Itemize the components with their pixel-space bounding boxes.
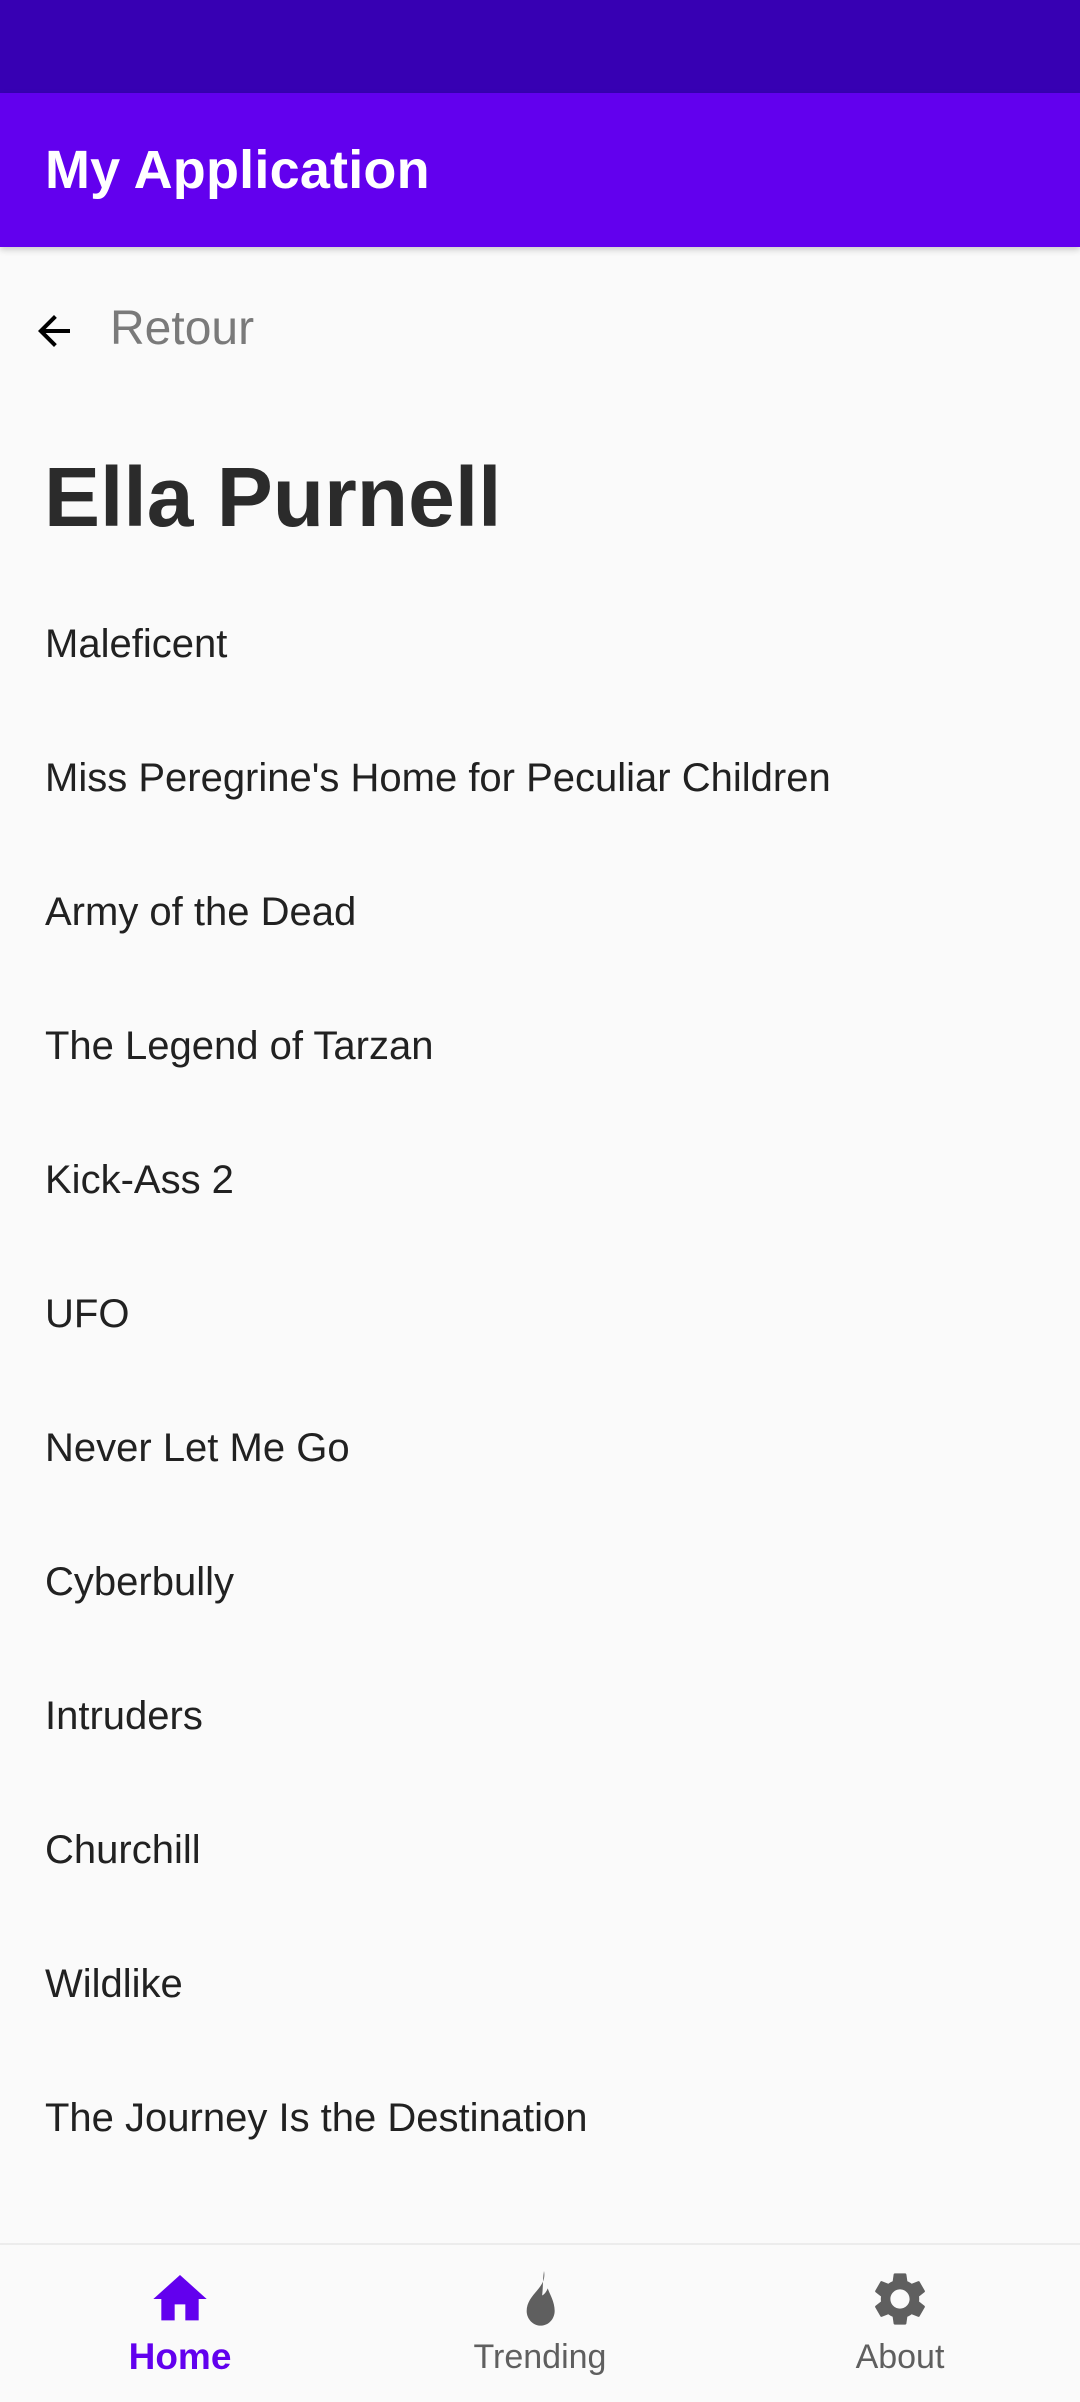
nav-item-about[interactable]: About xyxy=(720,2245,1080,2402)
list-item[interactable]: Wildlike xyxy=(0,1917,1080,2051)
app-title: My Application xyxy=(45,140,430,200)
list-item[interactable]: Miss Peregrine's Home for Peculiar Child… xyxy=(0,711,1080,845)
list-item[interactable]: Kick-Ass 2 xyxy=(0,1113,1080,1247)
arrow-back-icon xyxy=(38,315,70,347)
list-item[interactable]: The Legend of Tarzan xyxy=(0,979,1080,1113)
list-item[interactable]: Churchill xyxy=(0,1783,1080,1917)
content: Retour Ella Purnell Maleficent Miss Pere… xyxy=(0,247,1080,2243)
list-item[interactable]: Cyberbully xyxy=(0,1515,1080,1649)
back-label: Retour xyxy=(110,302,255,355)
list-item[interactable]: UFO xyxy=(0,1247,1080,1381)
nav-item-trending[interactable]: Trending xyxy=(360,2245,720,2402)
list-item[interactable]: Army of the Dead xyxy=(0,845,1080,979)
nav-label-about: About xyxy=(855,2338,945,2376)
gear-icon xyxy=(875,2273,925,2325)
home-icon xyxy=(153,2275,207,2321)
app-bar: My Application xyxy=(0,93,1080,247)
fire-icon xyxy=(526,2271,555,2326)
list-item[interactable]: Maleficent xyxy=(0,577,1080,711)
nav-item-home[interactable]: Home xyxy=(0,2245,360,2402)
nav-label-trending: Trending xyxy=(473,2338,607,2376)
nav-label-home: Home xyxy=(128,2336,232,2377)
list-item[interactable]: Never Let Me Go xyxy=(0,1381,1080,1515)
status-bar xyxy=(0,0,1080,93)
page-title: Ella Purnell xyxy=(44,450,502,544)
bottom-navigation: Home Trending About xyxy=(0,2243,1080,2402)
list-item[interactable]: The Journey Is the Destination xyxy=(0,2051,1080,2185)
back-button[interactable]: Retour xyxy=(0,285,400,375)
movie-list: Maleficent Miss Peregrine's Home for Pec… xyxy=(0,577,1080,2185)
list-item[interactable]: Intruders xyxy=(0,1649,1080,1783)
